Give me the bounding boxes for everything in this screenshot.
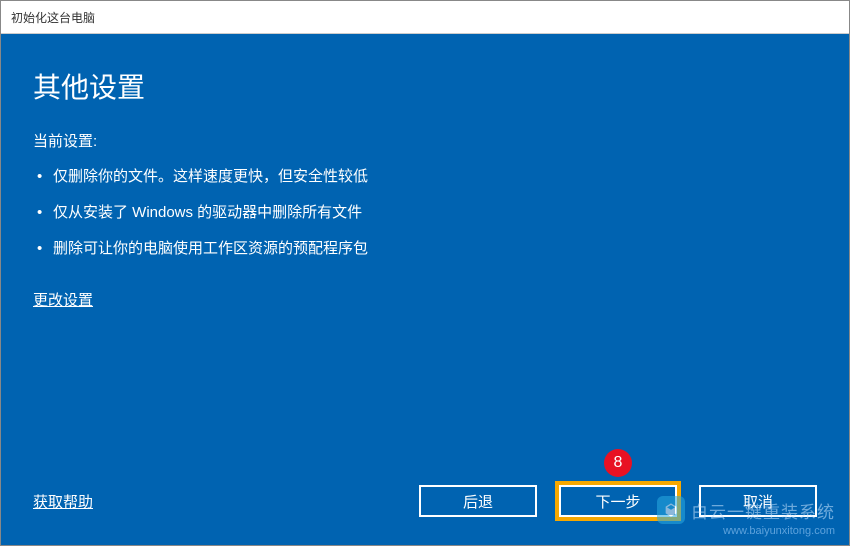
settings-list: 仅删除你的文件。这样速度更快，但安全性较低 仅从安装了 Windows 的驱动器… (33, 159, 817, 267)
next-button[interactable]: 8 下一步 (559, 485, 677, 517)
current-settings-label: 当前设置: (33, 130, 817, 151)
settings-item: 仅删除你的文件。这样速度更快，但安全性较低 (33, 159, 817, 195)
window-title: 初始化这台电脑 (11, 9, 95, 26)
settings-item: 仅从安装了 Windows 的驱动器中删除所有文件 (33, 195, 817, 231)
titlebar: 初始化这台电脑 (1, 1, 849, 34)
next-button-label: 下一步 (595, 491, 640, 512)
cancel-button[interactable]: 取消 (699, 485, 817, 517)
change-settings-link[interactable]: 更改设置 (33, 289, 817, 310)
step-badge: 8 (604, 449, 632, 477)
back-button[interactable]: 后退 (419, 485, 537, 517)
help-link[interactable]: 获取帮助 (33, 491, 93, 512)
page-heading: 其他设置 (33, 66, 817, 106)
footer: 获取帮助 后退 8 下一步 取消 (33, 485, 817, 525)
watermark-url: www.baiyunxitong.com (723, 525, 835, 537)
reset-pc-window: 初始化这台电脑 其他设置 当前设置: 仅删除你的文件。这样速度更快，但安全性较低… (0, 0, 850, 546)
content-area: 其他设置 当前设置: 仅删除你的文件。这样速度更快，但安全性较低 仅从安装了 W… (1, 34, 849, 545)
button-row: 后退 8 下一步 取消 (419, 485, 817, 517)
settings-item: 删除可让你的电脑使用工作区资源的预配程序包 (33, 231, 817, 267)
